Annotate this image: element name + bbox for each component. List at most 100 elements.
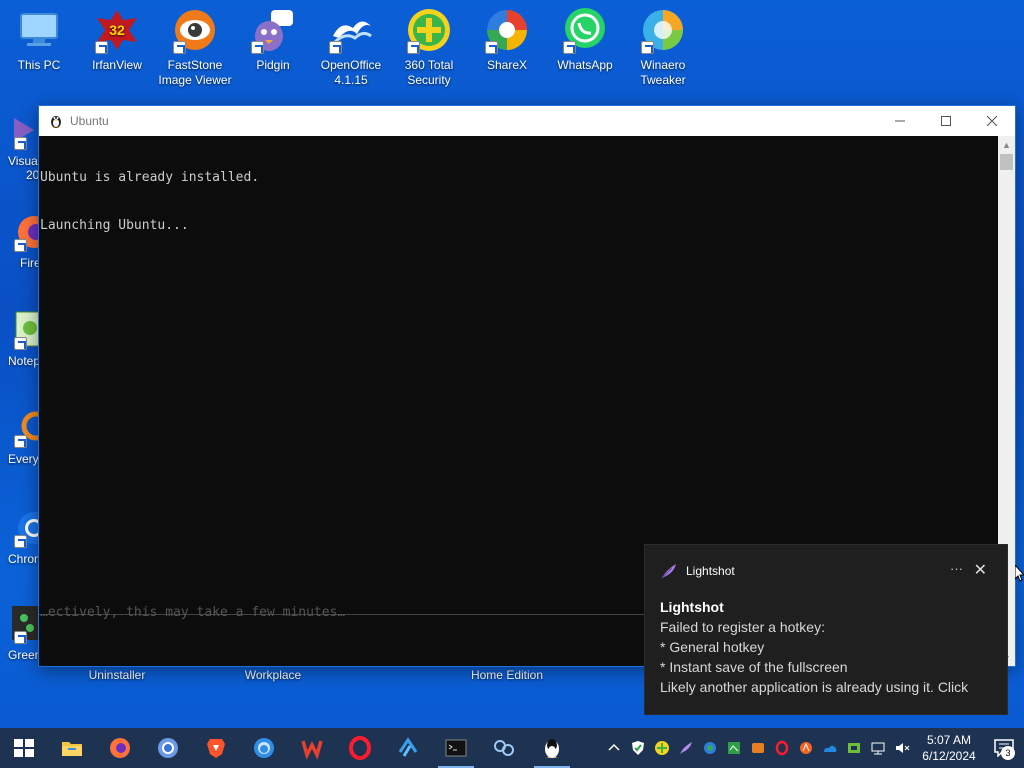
shortcut-arrow-icon [14,239,27,252]
desktop-icon-label: Greer [8,648,39,662]
opera-icon [349,736,371,760]
desktop-icon-faststone[interactable]: FastStone Image Viewer [156,0,234,88]
desktop-icon-workplace[interactable]: Workplace [234,668,312,682]
window-titlebar[interactable]: Ubuntu [39,106,1015,136]
visual-studio-icon [0,110,40,150]
minimize-icon [895,120,905,122]
desktop-icon-label: Fire [20,256,40,270]
irfanview-icon: 32 [93,6,141,54]
window-title: Ubuntu [70,114,109,128]
winaero-icon [639,6,687,54]
minimize-button[interactable] [877,106,923,136]
taskbar-ubuntu[interactable] [528,728,576,768]
file-explorer-icon [62,742,82,756]
desktop-icon-notepad[interactable]: Notep [0,310,40,368]
desktop-icon-everything[interactable]: Every [0,408,40,466]
desktop-icon-visual-studio[interactable]: Visual 20 [0,110,40,182]
close-button[interactable] [969,106,1015,136]
taskbar-firefox[interactable] [96,728,144,768]
network-tool-icon [494,740,514,756]
taskbar-opera[interactable] [336,728,384,768]
shortcut-arrow-icon [329,41,342,54]
security-shield-icon[interactable] [626,728,650,768]
desktop-icon-label: ShareX [486,58,528,72]
edge-icon [254,738,274,758]
greenshot-tray-icon[interactable] [722,728,746,768]
desktop-icon-label: WhatsApp [557,58,613,72]
onedrive-tray-icon[interactable] [818,728,842,768]
sharex-icon [483,6,531,54]
desktop-icon-label: OpenOffice 4.1.15 [320,58,382,87]
desktop-icon-whatsapp[interactable]: WhatsApp [546,0,624,73]
desktop-icon-greenshot[interactable]: Greer [0,604,40,662]
action-center-button[interactable]: 3 [984,728,1024,768]
desktop-icon-chrome[interactable]: Chron [0,508,40,566]
shortcut-arrow-icon [485,41,498,54]
taskbar-terminal[interactable] [432,728,480,768]
terminal-line: Ubuntu is already installed. [40,170,260,185]
more-options-icon[interactable]: ··· [950,561,963,576]
dropbox-tray-icon[interactable] [746,728,770,768]
360-tray-icon[interactable] [650,728,674,768]
terminal-icon [445,739,467,757]
pidgin-icon [249,6,297,54]
network-tray-icon[interactable] [866,728,890,768]
taskbar-file-explorer[interactable] [48,728,96,768]
desktop-icon-360-security[interactable]: 360 Total Security [390,0,468,88]
desktop-icon-home-edition[interactable]: Home Edition [460,668,554,682]
shortcut-arrow-icon [173,41,186,54]
desktop-icon-label: Winaero Tweaker [640,58,686,87]
show-hidden-icons-chevron-icon[interactable] [602,728,626,768]
notification-header: Lightshot ··· ✕ [645,545,1007,597]
desktop-icon-sharex[interactable]: ShareX [468,0,546,73]
taskbar-vscode[interactable] [384,728,432,768]
clock-date: 6/12/2024 [922,749,976,763]
desktop-icon-label-2: 20 [26,168,40,182]
opera-tray-icon[interactable] [770,728,794,768]
lightshot-notification[interactable]: Lightshot ··· ✕ Lightshot Failed to regi… [644,544,1008,715]
shortcut-arrow-icon [14,631,27,644]
notification-line: * General hotkey [660,639,765,655]
desktop-icon-firefox[interactable]: Fire [0,212,40,270]
taskbar-chrome[interactable] [144,728,192,768]
desktop-icon-this-pc[interactable]: This PC [0,0,78,73]
sharex-tray-icon[interactable] [698,728,722,768]
close-icon [987,116,997,126]
desktop-icon-label: Notep [8,354,40,368]
shortcut-arrow-icon [563,41,576,54]
desktop-icon-winaero[interactable]: Winaero Tweaker [624,0,702,88]
everything-icon [0,408,40,448]
maximize-button[interactable] [923,106,969,136]
scroll-up-arrow-icon[interactable]: ▲ [998,136,1015,153]
notification-title: Lightshot [660,599,724,615]
notification-app-name: Lightshot [686,564,735,578]
terminal-line: Launching Ubuntu... [40,218,189,233]
lightshot-tray-icon[interactable] [674,728,698,768]
shortcut-arrow-icon [14,337,27,350]
taskbar-brave[interactable] [192,728,240,768]
taskbar-edge[interactable] [240,728,288,768]
notepad-icon [0,310,40,350]
desktop-icon-irfanview[interactable]: 32 IrfanView [78,0,156,73]
desktop-icon-openoffice[interactable]: OpenOffice 4.1.15 [312,0,390,88]
taskbar-network-tool[interactable] [480,728,528,768]
this-pc-icon [15,6,63,54]
notification-close-icon[interactable]: ✕ [974,560,987,580]
taskbar-wps[interactable] [288,728,336,768]
desktop-icon-label: FastStone Image Viewer [158,58,232,87]
scroll-thumb[interactable] [1000,154,1013,170]
desktop-icon-label: This PC [17,58,61,72]
shortcut-arrow-icon [14,435,27,448]
ubuntu-tux-icon [51,116,61,128]
nvidia-tray-icon[interactable] [842,728,866,768]
desktop-icon-pidgin[interactable]: Pidgin [234,0,312,73]
start-button[interactable] [0,728,48,768]
irfanview-badge: 32 [109,22,125,38]
desktop-icon-uninstaller[interactable]: Uninstaller [78,668,156,682]
avast-tray-icon[interactable] [794,728,818,768]
notification-line: Likely another application is already us… [660,679,969,695]
brave-icon [207,739,225,758]
system-tray: 5:07 AM 6/12/2024 3 [602,728,1024,768]
taskbar-clock[interactable]: 5:07 AM 6/12/2024 [914,732,984,764]
volume-muted-icon[interactable] [890,728,914,768]
